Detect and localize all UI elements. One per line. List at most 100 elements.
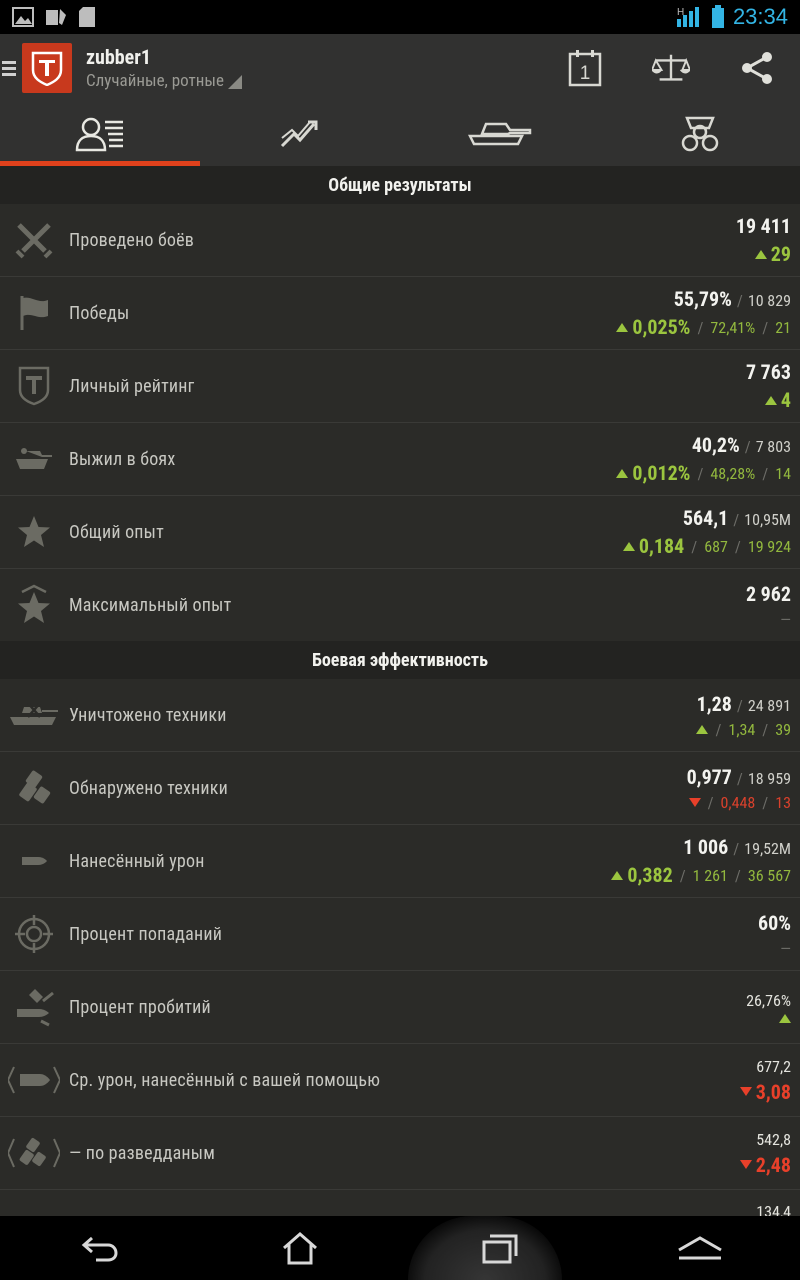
shield-icon (8, 360, 60, 412)
stat-main-value: 55,79% (673, 287, 732, 311)
stat-row-total-xp[interactable]: Общий опыт 564,1/10,95M 0,184/687/19 924 (0, 496, 800, 569)
stat-values: 134,4 (756, 1202, 800, 1216)
tab-vehicles[interactable] (400, 102, 600, 166)
stat-row-damage[interactable]: Нанесённый урон 1 006/19,52M 0,382/1 261… (0, 825, 800, 898)
stat-main-value: 1 006 (683, 835, 729, 859)
stats-list[interactable]: Общие результаты Проведено боёв 19 411 2… (0, 166, 800, 1216)
wot-logo[interactable] (22, 43, 72, 93)
calendar-icon: 1 (568, 50, 602, 87)
arrow-down-icon (739, 1160, 752, 1169)
stat-label: Личный рейтинг (69, 375, 195, 397)
stat-main-value: 40,2% (691, 433, 740, 457)
section-header-general: Общие результаты (0, 166, 800, 204)
stat-session-value: 48,28% (710, 463, 756, 483)
stat-secondary-value: 10 829 (747, 291, 791, 310)
stat-row-destroyed[interactable]: Уничтожено техники 1,28/24 891 /1,34/39 (0, 679, 800, 752)
status-bar: H 23:34 (0, 0, 800, 34)
calendar-button[interactable]: 1 (566, 49, 604, 87)
stat-main-value: 564,1 (682, 506, 729, 530)
back-button[interactable] (60, 1216, 140, 1280)
account-selector[interactable]: zubber1 Случайные, ротные (86, 45, 566, 91)
stat-row-rating[interactable]: Личный рейтинг 7 763 4 (0, 350, 800, 423)
stat-delta: 0,025% (632, 315, 691, 339)
stat-label: Процент попаданий (69, 923, 223, 945)
flag-icon (8, 287, 60, 339)
app-bar: zubber1 Случайные, ротные 1 (0, 34, 800, 102)
stat-values: 1 006/19,52M 0,382/1 261/36 567 (611, 835, 800, 887)
chevron-up-icon (678, 1236, 722, 1260)
notes-icon (46, 9, 66, 25)
menu-up-button[interactable] (660, 1216, 740, 1280)
section-header-combat: Боевая эффективность (0, 641, 800, 679)
penetration-icon (8, 981, 60, 1033)
stat-values: 542,8 2,48 (739, 1130, 800, 1177)
username: zubber1 (86, 45, 151, 69)
home-button[interactable] (260, 1216, 340, 1280)
tab-achievements[interactable] (600, 102, 800, 166)
stat-session-count: 14 (775, 463, 791, 483)
stat-row-spotted[interactable]: Обнаружено техники 0,977/18 959 /0,448/1… (0, 752, 800, 825)
arrow-up-icon (779, 1014, 791, 1023)
back-icon (81, 1236, 118, 1262)
stat-values: 26,76% (746, 991, 800, 1023)
stat-row-victories[interactable]: Победы 55,79%/10 829 0,025%/72,41%/21 (0, 277, 800, 350)
stat-main-value: 26,76% (746, 991, 791, 1010)
battle-mode-dropdown[interactable]: Случайные, ротные (86, 71, 242, 91)
stat-delta: 0,012% (632, 461, 691, 485)
stat-secondary-value: 24 891 (747, 695, 791, 715)
stat-main-value: 19 411 (735, 214, 791, 238)
share-icon (742, 52, 772, 84)
arrow-up-icon (622, 541, 635, 551)
stat-secondary-value: 19,52M (744, 839, 791, 858)
assist-track-icon (8, 1202, 60, 1216)
medals-icon (681, 116, 719, 152)
arrow-up-icon (616, 468, 629, 478)
stat-label: Уничтожено техники (69, 704, 227, 726)
sd-card-icon (79, 7, 95, 27)
stat-values: 19 411 29 (736, 214, 800, 266)
stat-delta: 3,08 (755, 1079, 791, 1104)
stat-values: 40,2%/7 803 0,012%/48,28%/14 (616, 433, 800, 485)
recent-apps-icon (482, 1234, 518, 1264)
stat-values: 60% — (758, 911, 800, 958)
stat-values: 0,977/18 959 /0,448/13 (686, 764, 791, 812)
stat-main-value: 2 962 (745, 581, 791, 606)
stat-label: — по разведданым (69, 1142, 216, 1164)
stat-row-partial[interactable]: 134,4 (0, 1190, 800, 1216)
signal-icon: H (676, 7, 699, 27)
stat-delta: — (780, 609, 791, 629)
star-chevron-icon (8, 579, 60, 631)
stat-main-value: 60% (758, 910, 791, 935)
tank-icon (468, 122, 532, 146)
arrow-down-icon (688, 797, 701, 807)
stat-row-hit-rate[interactable]: Процент попаданий 60% — (0, 898, 800, 971)
arrow-up-icon (764, 395, 777, 405)
shell-icon (8, 835, 60, 887)
stat-label: Нанесённый урон (69, 850, 205, 872)
stat-secondary-value: 10,95M (744, 510, 791, 529)
stat-row-survived[interactable]: Выжил в боях 40,2%/7 803 0,012%/48,28%/1… (0, 423, 800, 496)
tab-overview[interactable] (0, 102, 200, 166)
assist-shell-icon (8, 1054, 60, 1106)
stat-session-value: 72,41% (710, 317, 756, 337)
menu-icon[interactable] (2, 60, 16, 76)
compare-button[interactable] (652, 49, 690, 87)
tab-progress[interactable] (200, 102, 400, 166)
recent-apps-button[interactable] (460, 1216, 540, 1280)
share-button[interactable] (738, 49, 776, 87)
stat-label: Ср. урон, нанесённый с вашей помощью (69, 1069, 381, 1091)
damaged-tank-icon (8, 433, 60, 485)
stat-label: Процент пробитий (69, 996, 211, 1018)
stat-row-max-xp[interactable]: Максимальный опыт 2 962 — (0, 569, 800, 641)
stat-row-assist-damage[interactable]: Ср. урон, нанесённый с вашей помощью 677… (0, 1044, 800, 1117)
stat-session-value: 687 (704, 536, 728, 556)
stat-row-spotting-damage[interactable]: — по разведданым 542,8 2,48 (0, 1117, 800, 1190)
stat-row-battles[interactable]: Проведено боёв 19 411 29 (0, 204, 800, 277)
arrow-up-icon (696, 724, 709, 734)
system-nav-bar (0, 1216, 800, 1280)
home-icon (283, 1232, 317, 1265)
stat-label: Общий опыт (69, 521, 164, 543)
stat-values: 2 962 — (746, 582, 800, 629)
stat-main-value: 0,977 (686, 764, 732, 789)
stat-row-penetration[interactable]: Процент пробитий 26,76% (0, 971, 800, 1044)
